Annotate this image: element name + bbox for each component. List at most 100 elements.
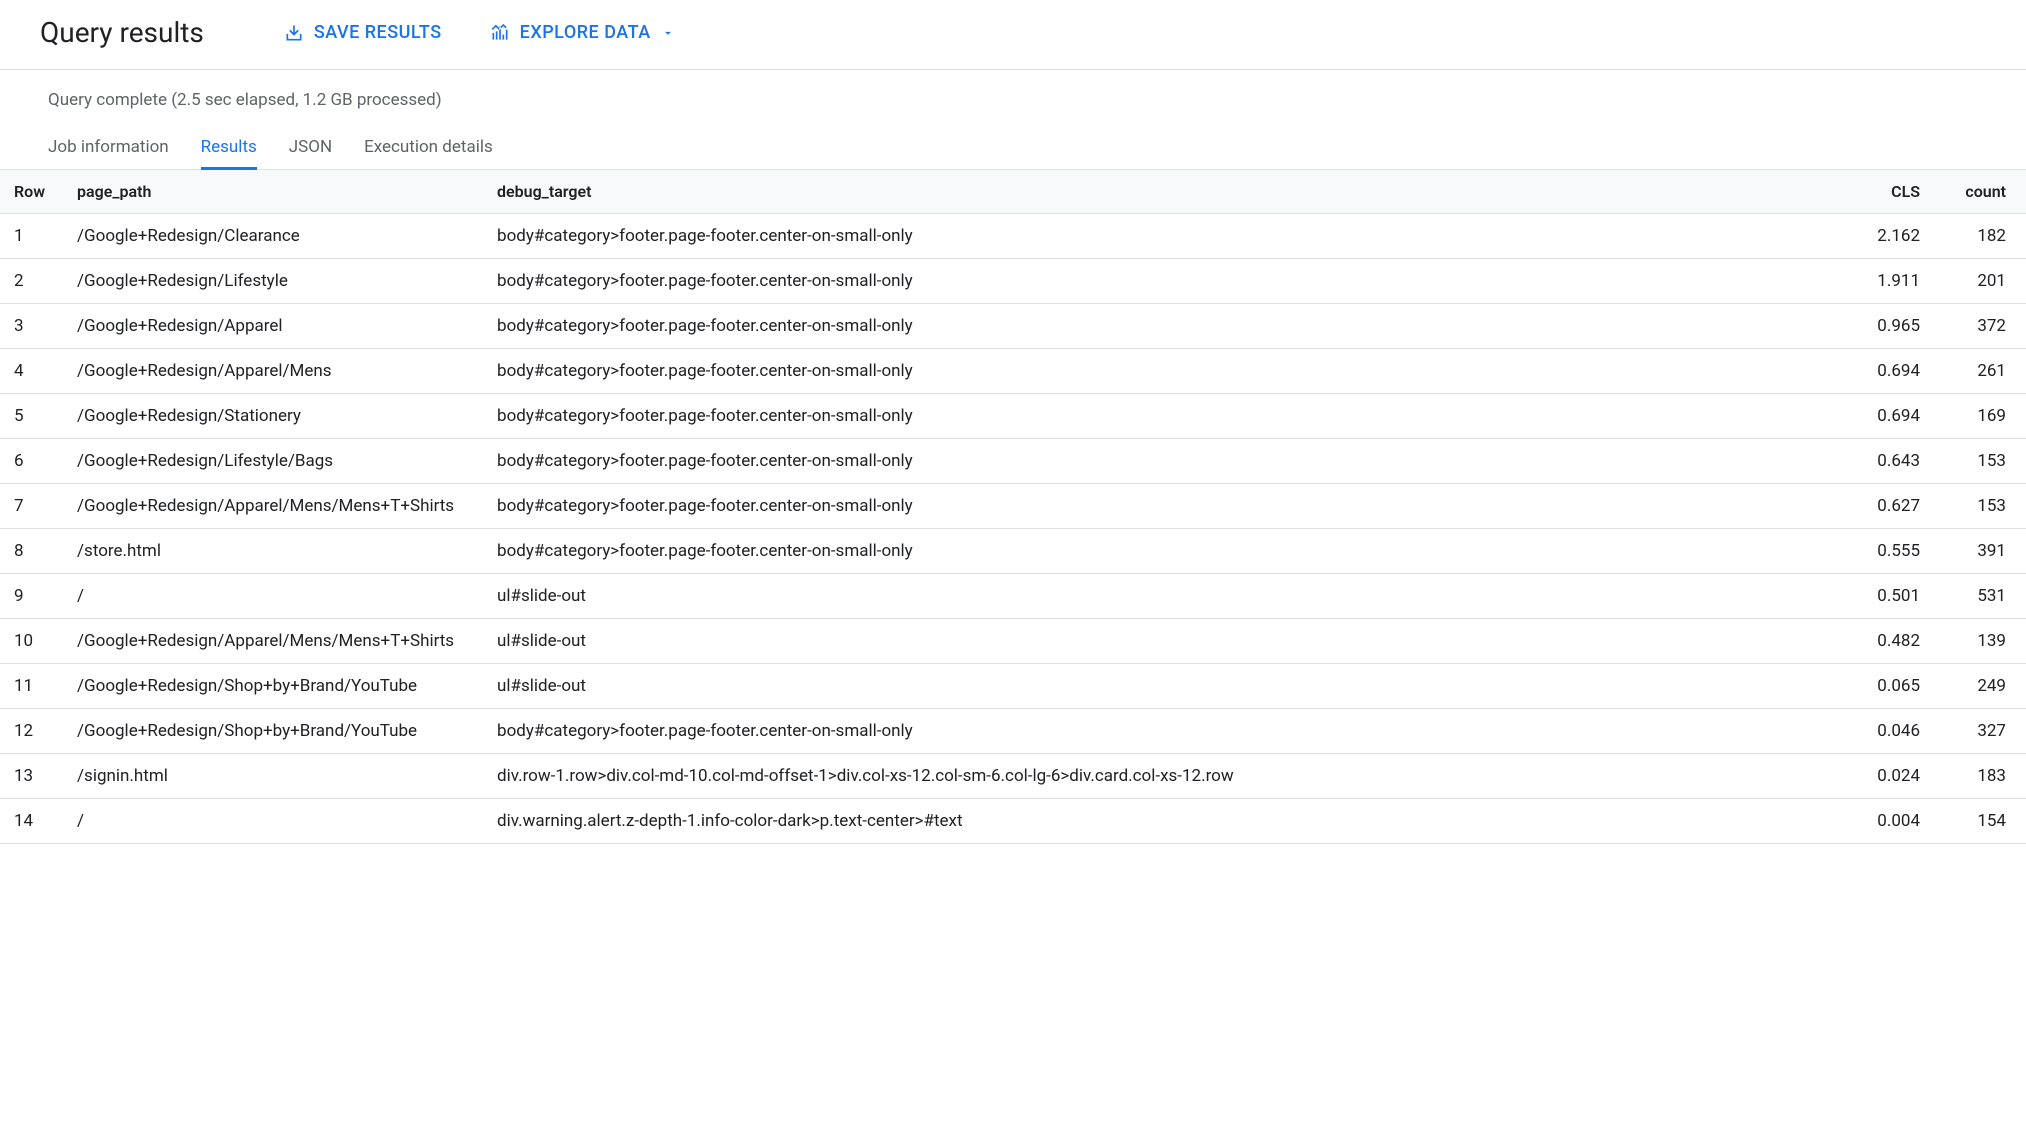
cell-cls: 0.965 <box>1856 304 1936 349</box>
save-results-label: SAVE RESULTS <box>314 22 442 43</box>
cell-debug-target: body#category>footer.page-footer.center-… <box>481 529 1856 574</box>
cell-count: 249 <box>1936 664 2026 709</box>
results-table: Row page_path debug_target CLS count 1/G… <box>0 170 2026 844</box>
cell-row: 10 <box>0 619 61 664</box>
cell-debug-target: ul#slide-out <box>481 574 1856 619</box>
cell-row: 2 <box>0 259 61 304</box>
cell-debug-target: body#category>footer.page-footer.center-… <box>481 484 1856 529</box>
cell-count: 154 <box>1936 799 2026 844</box>
cell-cls: 0.046 <box>1856 709 1936 754</box>
cell-count: 169 <box>1936 394 2026 439</box>
table-row[interactable]: 1/Google+Redesign/Clearancebody#category… <box>0 214 2026 259</box>
explore-data-button[interactable]: EXPLORE DATA <box>490 22 685 43</box>
cell-count: 183 <box>1936 754 2026 799</box>
cell-page-path: /Google+Redesign/Clearance <box>61 214 481 259</box>
cell-debug-target: body#category>footer.page-footer.center-… <box>481 304 1856 349</box>
explore-data-label: EXPLORE DATA <box>520 22 651 43</box>
cell-row: 5 <box>0 394 61 439</box>
cell-cls: 1.911 <box>1856 259 1936 304</box>
table-header-row: Row page_path debug_target CLS count <box>0 170 2026 214</box>
page-title: Query results <box>40 16 204 49</box>
cell-row: 3 <box>0 304 61 349</box>
tab-job-information[interactable]: Job information <box>48 127 169 170</box>
cell-page-path: /Google+Redesign/Apparel/Mens/Mens+T+Shi… <box>61 484 481 529</box>
cell-count: 139 <box>1936 619 2026 664</box>
tab-results[interactable]: Results <box>201 127 257 170</box>
cell-cls: 0.555 <box>1856 529 1936 574</box>
cell-count: 153 <box>1936 484 2026 529</box>
col-header-cls[interactable]: CLS <box>1856 170 1936 214</box>
cell-row: 4 <box>0 349 61 394</box>
col-header-count[interactable]: count <box>1936 170 2026 214</box>
cell-count: 153 <box>1936 439 2026 484</box>
table-row[interactable]: 8/store.htmlbody#category>footer.page-fo… <box>0 529 2026 574</box>
cell-cls: 0.482 <box>1856 619 1936 664</box>
table-row[interactable]: 13/signin.htmldiv.row-1.row>div.col-md-1… <box>0 754 2026 799</box>
cell-page-path: /Google+Redesign/Shop+by+Brand/YouTube <box>61 664 481 709</box>
cell-debug-target: div.row-1.row>div.col-md-10.col-md-offse… <box>481 754 1856 799</box>
cell-debug-target: body#category>footer.page-footer.center-… <box>481 439 1856 484</box>
cell-cls: 0.627 <box>1856 484 1936 529</box>
cell-row: 6 <box>0 439 61 484</box>
cell-row: 12 <box>0 709 61 754</box>
col-header-page-path[interactable]: page_path <box>61 170 481 214</box>
cell-page-path: /Google+Redesign/Apparel <box>61 304 481 349</box>
cell-count: 201 <box>1936 259 2026 304</box>
cell-page-path: /Google+Redesign/Apparel/Mens <box>61 349 481 394</box>
query-status: Query complete (2.5 sec elapsed, 1.2 GB … <box>0 70 2026 126</box>
download-icon <box>284 23 304 43</box>
cell-row: 7 <box>0 484 61 529</box>
table-row[interactable]: 10/Google+Redesign/Apparel/Mens/Mens+T+S… <box>0 619 2026 664</box>
table-row[interactable]: 6/Google+Redesign/Lifestyle/Bagsbody#cat… <box>0 439 2026 484</box>
col-header-row[interactable]: Row <box>0 170 61 214</box>
cell-debug-target: body#category>footer.page-footer.center-… <box>481 259 1856 304</box>
table-row[interactable]: 7/Google+Redesign/Apparel/Mens/Mens+T+Sh… <box>0 484 2026 529</box>
cell-count: 327 <box>1936 709 2026 754</box>
cell-page-path: / <box>61 574 481 619</box>
table-row[interactable]: 9/ul#slide-out0.501531 <box>0 574 2026 619</box>
result-tabs: Job information Results JSON Execution deta… <box>0 126 2026 170</box>
cell-row: 8 <box>0 529 61 574</box>
table-row[interactable]: 14/div.warning.alert.z-depth-1.info-colo… <box>0 799 2026 844</box>
cell-debug-target: body#category>footer.page-footer.center-… <box>481 349 1856 394</box>
cell-page-path: /signin.html <box>61 754 481 799</box>
save-results-button[interactable]: SAVE RESULTS <box>284 22 442 43</box>
cell-page-path: /Google+Redesign/Lifestyle <box>61 259 481 304</box>
table-row[interactable]: 4/Google+Redesign/Apparel/Mensbody#categ… <box>0 349 2026 394</box>
cell-debug-target: div.warning.alert.z-depth-1.info-color-d… <box>481 799 1856 844</box>
cell-cls: 0.694 <box>1856 394 1936 439</box>
results-header: Query results SAVE RESULTS EXPLORE DATA <box>0 0 2026 70</box>
cell-debug-target: body#category>footer.page-footer.center-… <box>481 709 1856 754</box>
cell-count: 372 <box>1936 304 2026 349</box>
cell-page-path: /Google+Redesign/Apparel/Mens/Mens+T+Shi… <box>61 619 481 664</box>
cell-cls: 0.024 <box>1856 754 1936 799</box>
cell-page-path: /Google+Redesign/Shop+by+Brand/YouTube <box>61 709 481 754</box>
cell-cls: 0.004 <box>1856 799 1936 844</box>
table-row[interactable]: 12/Google+Redesign/Shop+by+Brand/YouTube… <box>0 709 2026 754</box>
cell-row: 11 <box>0 664 61 709</box>
col-header-debug-target[interactable]: debug_target <box>481 170 1856 214</box>
cell-row: 13 <box>0 754 61 799</box>
cell-debug-target: ul#slide-out <box>481 619 1856 664</box>
table-row[interactable]: 3/Google+Redesign/Apparelbody#category>f… <box>0 304 2026 349</box>
cell-row: 9 <box>0 574 61 619</box>
cell-page-path: /store.html <box>61 529 481 574</box>
table-row[interactable]: 11/Google+Redesign/Shop+by+Brand/YouTube… <box>0 664 2026 709</box>
cell-page-path: /Google+Redesign/Lifestyle/Bags <box>61 439 481 484</box>
cell-cls: 0.065 <box>1856 664 1936 709</box>
cell-debug-target: body#category>footer.page-footer.center-… <box>481 214 1856 259</box>
cell-row: 14 <box>0 799 61 844</box>
cell-debug-target: body#category>footer.page-footer.center-… <box>481 394 1856 439</box>
cell-count: 182 <box>1936 214 2026 259</box>
chevron-down-icon <box>661 26 675 40</box>
table-row[interactable]: 5/Google+Redesign/Stationerybody#categor… <box>0 394 2026 439</box>
cell-count: 531 <box>1936 574 2026 619</box>
cell-page-path: /Google+Redesign/Stationery <box>61 394 481 439</box>
chart-icon <box>490 23 510 43</box>
tab-execution-details[interactable]: Execution details <box>364 127 493 170</box>
tab-json[interactable]: JSON <box>289 127 332 170</box>
cell-row: 1 <box>0 214 61 259</box>
table-row[interactable]: 2/Google+Redesign/Lifestylebody#category… <box>0 259 2026 304</box>
cell-cls: 0.694 <box>1856 349 1936 394</box>
cell-count: 261 <box>1936 349 2026 394</box>
